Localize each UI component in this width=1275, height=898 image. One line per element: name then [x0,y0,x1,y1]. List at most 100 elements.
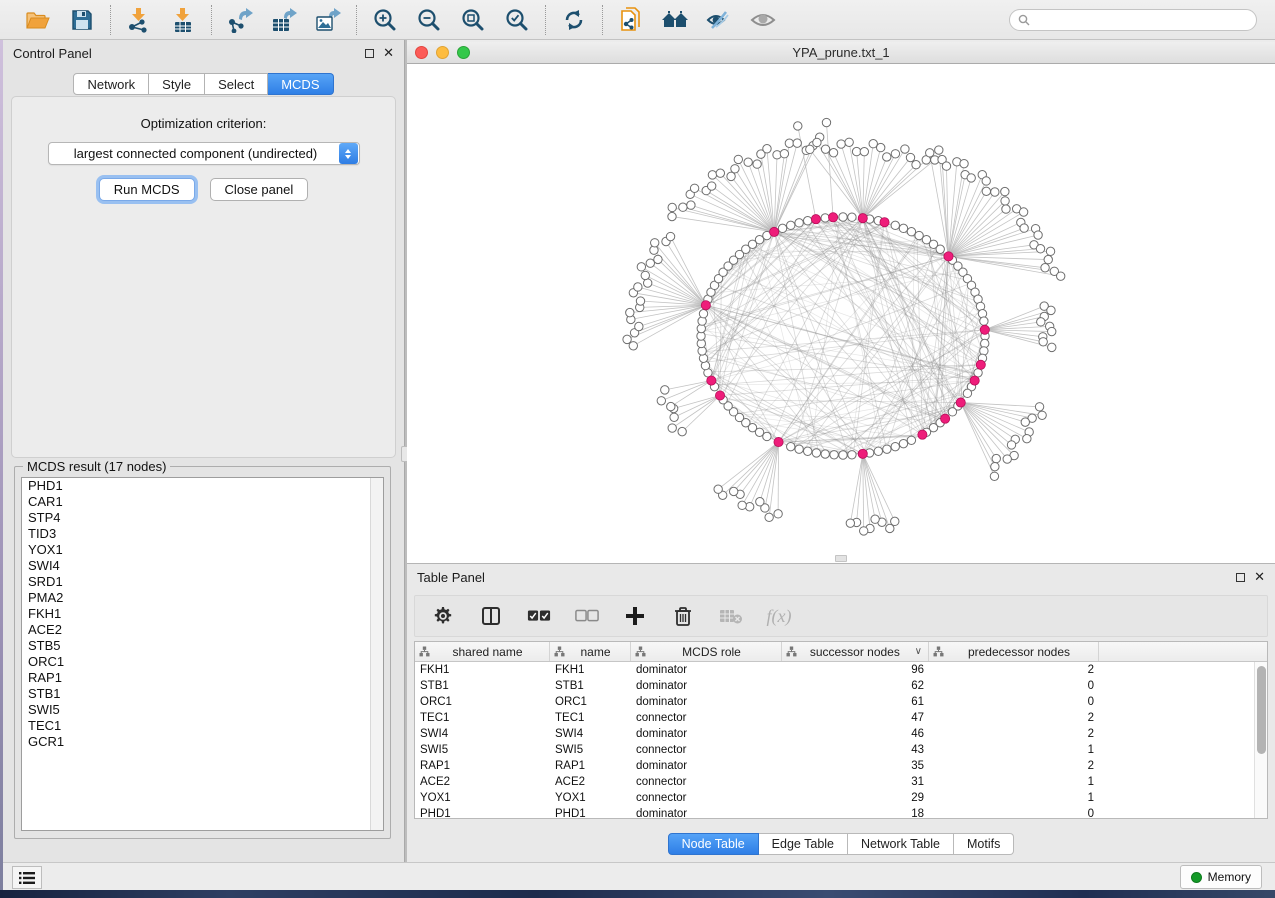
result-item[interactable]: STB1 [22,686,383,702]
table-row[interactable]: YOX1YOX1connector291 [415,790,1254,806]
network-node[interactable] [907,228,915,236]
search-input[interactable] [1035,13,1248,27]
network-node[interactable] [991,462,999,470]
close-table-panel-icon[interactable]: ✕ [1254,572,1265,582]
network-node[interactable] [899,224,907,232]
network-node[interactable] [651,239,659,247]
network-node[interactable] [1037,318,1045,326]
tab-network-table[interactable]: Network Table [848,833,954,855]
network-node[interactable] [727,172,735,180]
network-node[interactable] [657,397,665,405]
network-node[interactable] [714,485,722,493]
mcds-result-list[interactable]: PHD1CAR1STP4TID3YOX1SWI4SRD1PMA2FKH1ACE2… [21,477,384,831]
zoom-fit-button[interactable] [458,6,488,34]
network-node[interactable] [1041,264,1049,272]
network-titlebar[interactable]: YPA_prune.txt_1 [407,42,1275,64]
result-item[interactable]: TID3 [22,526,383,542]
import-network-button[interactable] [124,6,154,34]
mcds-node[interactable] [956,398,965,407]
network-node[interactable] [654,255,662,263]
table-scrollbar[interactable] [1254,662,1267,818]
network-node[interactable] [635,322,643,330]
tab-node-table[interactable]: Node Table [668,833,759,855]
table-row[interactable]: ORC1ORC1dominator610 [415,694,1254,710]
network-node[interactable] [670,413,678,421]
network-node[interactable] [813,138,821,146]
mcds-node[interactable] [880,218,889,227]
network-node[interactable] [1046,247,1054,255]
network-node[interactable] [891,150,899,158]
mcds-node[interactable] [707,376,716,385]
network-node[interactable] [716,169,724,177]
network-node[interactable] [1048,327,1056,335]
home-networks-button[interactable] [660,6,690,34]
column-header-shared-name[interactable]: shared name [415,642,550,661]
network-node[interactable] [731,165,739,173]
mcds-node[interactable] [858,214,867,223]
network-node[interactable] [785,139,793,147]
network-node[interactable] [883,153,891,161]
network-node[interactable] [852,147,860,155]
network-node[interactable] [876,143,884,151]
network-node[interactable] [926,149,934,157]
network-node[interactable] [778,224,786,232]
run-mcds-button[interactable]: Run MCDS [99,178,195,201]
network-node[interactable] [891,442,899,450]
export-network-button[interactable] [225,6,255,34]
network-node[interactable] [1019,208,1027,216]
network-node[interactable] [636,297,644,305]
mcds-node[interactable] [828,213,837,222]
network-node[interactable] [753,160,761,168]
optimization-criterion-select[interactable]: largest connected component (undirected) [48,142,360,165]
network-node[interactable] [734,155,742,163]
network-node[interactable] [874,447,882,455]
network-node[interactable] [845,138,853,146]
network-node[interactable] [637,263,645,271]
network-node[interactable] [912,161,920,169]
result-item[interactable]: CAR1 [22,494,383,510]
network-node[interactable] [795,219,803,227]
network-node[interactable] [744,158,752,166]
mcds-node[interactable] [918,430,927,439]
table-settings-button[interactable] [431,604,455,628]
network-node[interactable] [822,118,830,126]
network-node[interactable] [871,515,879,523]
mcds-node[interactable] [858,449,867,458]
network-node[interactable] [839,213,847,221]
result-item[interactable]: STP4 [22,510,383,526]
result-list-scrollbar[interactable] [370,478,383,830]
network-node[interactable] [1047,306,1055,314]
network-node[interactable] [936,245,944,253]
network-node[interactable] [899,439,907,447]
network-node[interactable] [935,146,943,154]
network-node[interactable] [1007,441,1015,449]
network-node[interactable] [708,171,716,179]
network-node[interactable] [668,203,676,211]
network-node[interactable] [774,510,782,518]
result-item[interactable]: SRD1 [22,574,383,590]
network-node[interactable] [980,317,988,325]
tab-motifs[interactable]: Motifs [954,833,1014,855]
table-row[interactable]: ACE2ACE2connector311 [415,774,1254,790]
show-columns-button[interactable] [479,604,503,628]
network-node[interactable] [641,271,649,279]
network-node[interactable] [699,310,707,318]
memory-button[interactable]: Memory [1180,865,1262,889]
network-node[interactable] [626,308,634,316]
network-node[interactable] [1035,403,1043,411]
network-node[interactable] [1021,418,1029,426]
network-node[interactable] [679,203,687,211]
task-history-button[interactable] [12,866,42,889]
network-node[interactable] [837,140,845,148]
column-header-name[interactable]: name [550,642,631,661]
network-node[interactable] [803,217,811,225]
network-node[interactable] [848,451,856,459]
tab-network[interactable]: Network [73,73,149,95]
network-node[interactable] [729,487,737,495]
column-header-predecessor-nodes[interactable]: predecessor nodes [929,642,1099,661]
mcds-node[interactable] [701,301,710,310]
open-file-button[interactable] [23,6,53,34]
network-node[interactable] [666,232,674,240]
save-session-button[interactable] [67,6,97,34]
tab-style[interactable]: Style [149,73,205,95]
